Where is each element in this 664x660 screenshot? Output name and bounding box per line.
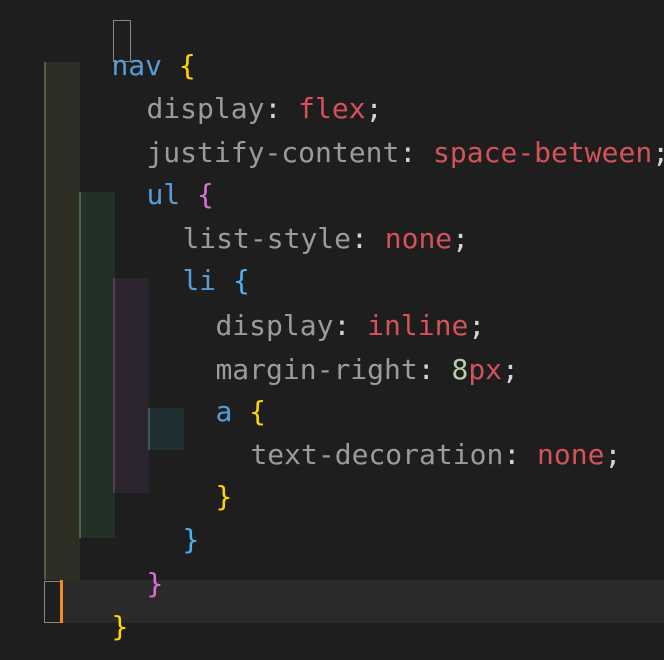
close-brace: } [111,610,129,643]
code-line-3[interactable]: justify-content: space-between; [79,111,664,167]
indent-guide-level-1 [44,62,80,580]
code-line-4[interactable]: ul { [79,153,213,209]
code-line-11[interactable]: } [148,455,232,511]
property-value: none [384,222,453,255]
property-name: text-decoration [250,438,504,471]
code-line-13[interactable]: } [79,542,163,598]
code-line-8[interactable]: margin-right: 8px; [148,328,518,384]
code-line-7[interactable]: display: inline; [148,284,485,340]
code-line-5[interactable]: list-style: none; [115,197,469,253]
code-line-10[interactable]: text-decoration: none; [183,413,621,469]
unit-value: px [468,353,503,386]
code-line-12[interactable]: } [115,498,199,554]
property-value: space-between [433,136,653,169]
code-editor[interactable]: nav { display: flex; justify-content: sp… [0,0,664,660]
property-value: none [537,438,605,471]
close-brace: } [146,567,164,600]
close-brace: } [215,480,233,513]
code-line-6[interactable]: li { [115,239,249,295]
text-cursor [60,580,63,623]
close-brace: } [182,523,200,556]
code-line-1[interactable]: nav { [44,24,195,80]
number-value: 8 [451,353,469,386]
code-line-14[interactable]: } [44,585,128,641]
code-line-2[interactable]: display: flex; [79,67,382,123]
indent-guide-level-2 [79,192,115,538]
code-line-9[interactable]: a { [148,370,266,426]
